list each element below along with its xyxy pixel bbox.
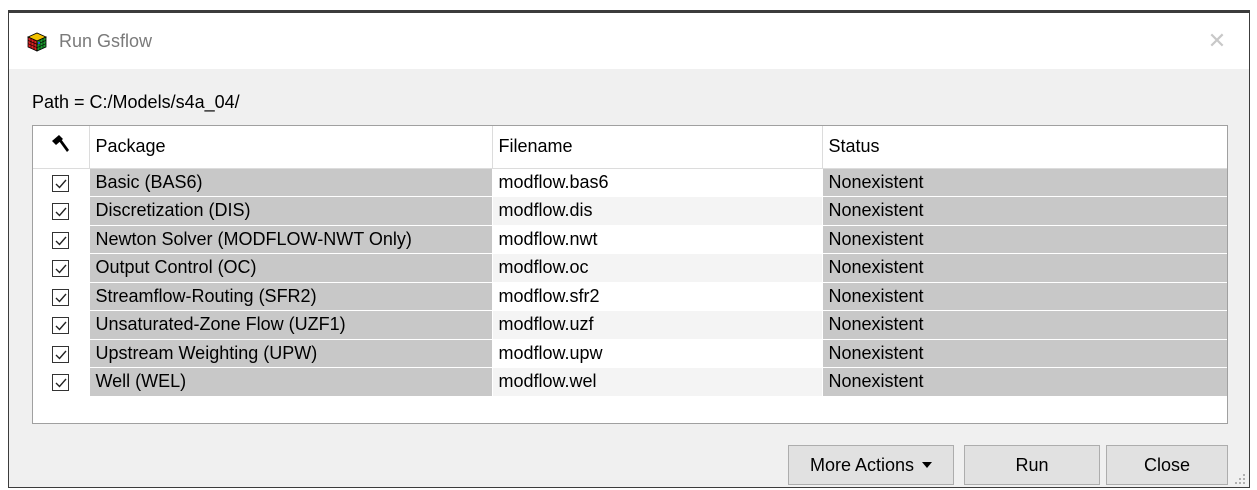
resize-grip-icon[interactable] (1234, 472, 1246, 484)
package-cell[interactable]: Basic (BAS6) (89, 168, 493, 197)
enable-checkbox-cell (33, 168, 90, 197)
enable-checkbox[interactable] (52, 260, 70, 277)
enable-checkbox-cell (33, 339, 90, 368)
package-cell[interactable]: Unsaturated-Zone Flow (UZF1) (89, 310, 493, 340)
packages-table-frame: Package Filename Status Basic (BAS6) modf… (32, 125, 1228, 424)
status-cell[interactable]: Nonexistent (822, 196, 1227, 226)
column-header-enabled[interactable] (33, 126, 90, 169)
table-row[interactable]: Basic (BAS6) modflow.bas6 Nonexistent (33, 168, 1227, 197)
enable-checkbox-cell (33, 196, 90, 226)
status-cell[interactable]: Nonexistent (822, 367, 1227, 397)
enable-checkbox[interactable] (52, 374, 70, 391)
package-cell[interactable]: Well (WEL) (89, 367, 493, 397)
caret-down-icon (922, 462, 933, 468)
status-cell[interactable]: Nonexistent (822, 225, 1227, 254)
more-actions-button[interactable]: More Actions (788, 445, 954, 485)
table-row[interactable]: Well (WEL) modflow.wel Nonexistent (33, 367, 1227, 397)
run-gsflow-dialog: Run Gsflow ✕ Path = C:/Models/s4a_04/ Pa… (8, 10, 1250, 488)
rubiks-cube-icon (26, 31, 48, 53)
enable-checkbox[interactable] (52, 288, 70, 306)
package-cell[interactable]: Streamflow-Routing (SFR2) (89, 282, 493, 311)
status-cell[interactable]: Nonexistent (822, 253, 1227, 283)
status-cell[interactable]: Nonexistent (822, 282, 1227, 311)
enable-checkbox-cell (33, 253, 90, 283)
column-header-filename[interactable]: Filename (492, 126, 823, 169)
table-row[interactable]: Unsaturated-Zone Flow (UZF1) modflow.uzf N… (33, 310, 1227, 340)
filename-cell[interactable]: modflow.nwt (492, 225, 823, 254)
hammer-icon (51, 134, 71, 159)
enable-checkbox-cell (33, 282, 90, 311)
path-label: Path = C:/Models/s4a_04/ (32, 92, 240, 112)
status-cell[interactable]: Nonexistent (822, 310, 1227, 340)
filename-cell[interactable]: modflow.dis (492, 196, 823, 226)
close-icon[interactable]: ✕ (1205, 29, 1229, 53)
enable-checkbox[interactable] (52, 174, 70, 192)
packages-table: Package Filename Status Basic (BAS6) modf… (33, 126, 1227, 397)
filename-cell[interactable]: modflow.wel (492, 367, 823, 397)
table-row[interactable]: Upstream Weighting (UPW) modflow.upw Nonex… (33, 339, 1227, 368)
enable-checkbox[interactable] (52, 345, 70, 363)
window-title: Run Gsflow (59, 31, 153, 51)
table-row[interactable]: Newton Solver (MODFLOW-NWT Only) modflow.… (33, 225, 1227, 254)
enable-checkbox[interactable] (52, 203, 70, 220)
filename-cell[interactable]: modflow.uzf (492, 310, 823, 340)
package-cell[interactable]: Newton Solver (MODFLOW-NWT Only) (89, 225, 493, 254)
filename-cell[interactable]: modflow.oc (492, 253, 823, 283)
table-row[interactable]: Output Control (OC) modflow.oc Nonexistent (33, 253, 1227, 283)
run-button[interactable]: Run (964, 445, 1100, 485)
enable-checkbox[interactable] (52, 231, 70, 249)
enable-checkbox-cell (33, 367, 90, 397)
filename-cell[interactable]: modflow.bas6 (492, 168, 823, 197)
status-cell[interactable]: Nonexistent (822, 168, 1227, 197)
enable-checkbox[interactable] (52, 317, 70, 334)
filename-cell[interactable]: modflow.sfr2 (492, 282, 823, 311)
close-button[interactable]: Close (1106, 445, 1228, 485)
status-cell[interactable]: Nonexistent (822, 339, 1227, 368)
filename-cell[interactable]: modflow.upw (492, 339, 823, 368)
package-cell[interactable]: Discretization (DIS) (89, 196, 493, 226)
more-actions-label: More Actions (809, 454, 915, 475)
table-row[interactable]: Streamflow-Routing (SFR2) modflow.sfr2 Non… (33, 282, 1227, 311)
column-header-package[interactable]: Package (89, 126, 493, 169)
column-header-status[interactable]: Status (822, 126, 1227, 169)
table-row[interactable]: Discretization (DIS) modflow.dis Nonexiste… (33, 196, 1227, 226)
enable-checkbox-cell (33, 310, 90, 340)
package-cell[interactable]: Output Control (OC) (89, 253, 493, 283)
package-cell[interactable]: Upstream Weighting (UPW) (89, 339, 493, 368)
title-bar: Run Gsflow ✕ (9, 13, 1249, 69)
enable-checkbox-cell (33, 225, 90, 254)
table-header-row: Package Filename Status (33, 126, 1227, 169)
